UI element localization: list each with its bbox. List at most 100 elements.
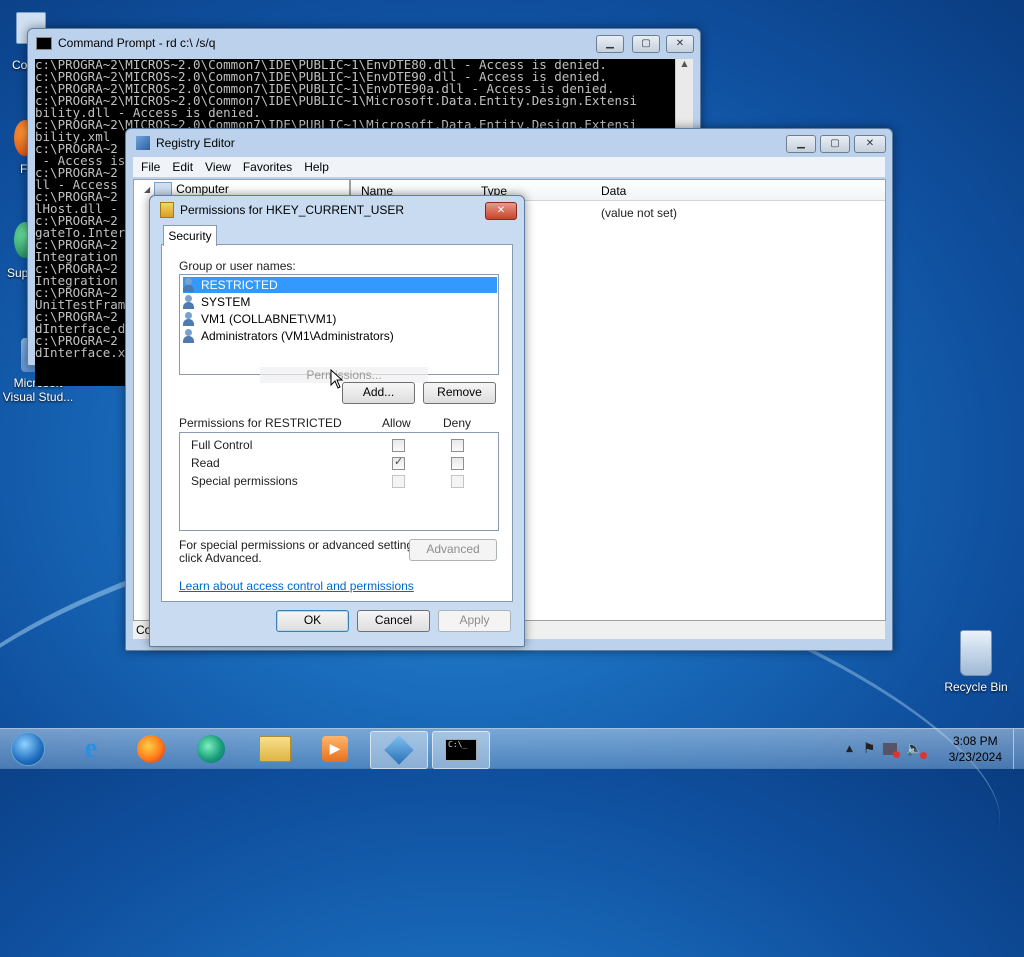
learn-more-link[interactable]: Learn about access control and permissio… xyxy=(179,579,414,593)
start-button[interactable] xyxy=(0,731,56,767)
desktop-icon-label: Recycle Bin xyxy=(944,680,1008,694)
deny-full-control-checkbox[interactable] xyxy=(451,439,464,452)
desktop-icon-label: Co xyxy=(12,58,28,72)
taskbar-internet-explorer[interactable]: e xyxy=(63,731,119,767)
allow-header: Allow xyxy=(382,416,411,430)
desktop-icon-label: Visual Stud... xyxy=(2,390,74,404)
group-icon xyxy=(183,329,197,343)
value-data: (value not set) xyxy=(601,206,678,220)
permissions-dialog[interactable]: Permissions for HKEY_CURRENT_USER ✕ Secu… xyxy=(149,195,525,647)
expand-arrow-icon[interactable]: ◢ xyxy=(144,185,150,194)
user-icon xyxy=(183,312,197,326)
network-icon[interactable] xyxy=(883,743,901,758)
taskbar-clock[interactable]: 3:08 PM 3/23/2024 xyxy=(949,733,1002,765)
tab-security[interactable]: Security xyxy=(163,225,217,246)
user-list[interactable]: RESTRICTED SYSTEM VM1 (COLLABNET\VM1) Ad… xyxy=(179,274,499,375)
taskbar-media-player[interactable]: ▶ xyxy=(307,731,363,767)
volume-muted-icon[interactable]: 🔈 xyxy=(905,741,927,759)
registry-menubar: File Edit View Favorites Help xyxy=(133,157,885,177)
close-button[interactable]: ✕ xyxy=(485,202,517,220)
scroll-up-icon[interactable]: ▲ xyxy=(676,59,693,68)
show-desktop-button[interactable] xyxy=(1013,729,1024,769)
taskbar-browser[interactable] xyxy=(183,731,239,767)
menu-help[interactable]: Help xyxy=(304,160,329,174)
show-hidden-icons-icon[interactable]: ▲ xyxy=(846,744,853,754)
registry-icon xyxy=(136,136,150,150)
desktop-icon-label: Sup xyxy=(7,266,29,280)
list-item[interactable]: VM1 (COLLABNET\VM1) xyxy=(183,311,336,327)
allow-full-control-checkbox[interactable] xyxy=(392,439,405,452)
security-panel: Group or user names: RESTRICTED SYSTEM V… xyxy=(161,244,513,602)
ok-button[interactable]: OK xyxy=(276,610,349,632)
recycle-bin-icon xyxy=(960,630,992,676)
deny-special-checkbox xyxy=(451,475,464,488)
deny-header: Deny xyxy=(443,416,472,430)
browser-icon xyxy=(197,735,225,763)
list-item[interactable]: RESTRICTED xyxy=(183,277,497,293)
user-name: VM1 (COLLABNET\VM1) xyxy=(201,312,337,326)
group-icon xyxy=(183,278,197,292)
cmd-icon xyxy=(36,36,52,50)
group-icon xyxy=(183,295,197,309)
perm-special: Special permissions xyxy=(191,474,298,488)
minimize-button[interactable]: ▁ xyxy=(786,135,816,153)
taskbar-command-prompt[interactable]: C:\_ xyxy=(432,731,490,769)
permissions-titlebar[interactable]: Permissions for HKEY_CURRENT_USER xyxy=(150,196,524,224)
taskbar-firefox[interactable] xyxy=(123,731,179,767)
taskbar-registry-editor[interactable] xyxy=(370,731,428,769)
perm-full-control: Full Control xyxy=(191,438,253,452)
close-button[interactable]: ✕ xyxy=(666,35,694,53)
registry-icon xyxy=(384,735,414,765)
permissions-title: Permissions for HKEY_CURRENT_USER xyxy=(180,203,405,217)
checkmark-icon: ✓ xyxy=(394,455,404,468)
permissions-grid: Full Control Read ✓ Special permissions xyxy=(179,432,499,531)
ghost-permissions-button: Permissions... xyxy=(260,367,428,383)
advanced-button[interactable]: Advanced xyxy=(409,539,497,561)
internet-explorer-icon: e xyxy=(84,733,98,764)
list-item[interactable]: Administrators (VM1\Administrators) xyxy=(183,328,394,344)
user-name: RESTRICTED xyxy=(201,278,278,292)
allow-read-checkbox[interactable]: ✓ xyxy=(392,455,405,470)
clock-date: 3/23/2024 xyxy=(948,750,1002,764)
firefox-icon xyxy=(137,735,165,763)
advanced-hint-line1: For special permissions or advanced sett… xyxy=(179,538,423,552)
user-name: SYSTEM xyxy=(201,295,251,309)
close-button[interactable]: ✕ xyxy=(854,135,886,153)
registry-titlebar[interactable]: Registry Editor xyxy=(126,129,892,157)
windows-orb-icon xyxy=(11,732,45,766)
list-item[interactable]: SYSTEM xyxy=(183,294,250,310)
perm-read: Read xyxy=(191,456,220,470)
maximize-button[interactable]: ▢ xyxy=(632,35,660,53)
minimize-button[interactable]: ▁ xyxy=(596,35,624,53)
menu-view[interactable]: View xyxy=(205,160,231,174)
taskbar: e ▶ C:\_ ▲ ⚑ 🔈 3:08 PM 3/23/2024 xyxy=(0,728,1024,769)
tree-item-computer[interactable]: ◢ Computer xyxy=(144,182,229,196)
system-tray: ▲ ⚑ 🔈 xyxy=(846,729,927,769)
taskbar-file-explorer[interactable] xyxy=(247,731,303,767)
permissions-for-label: Permissions for RESTRICTED xyxy=(179,416,342,430)
maximize-button[interactable]: ▢ xyxy=(820,135,850,153)
add-button[interactable]: Add... xyxy=(342,382,415,404)
apply-button[interactable]: Apply xyxy=(438,610,511,632)
computer-icon xyxy=(154,182,173,196)
desktop-icon-recycle-bin[interactable]: Recycle Bin xyxy=(938,630,1014,694)
folder-icon xyxy=(160,202,174,218)
registry-title: Registry Editor xyxy=(156,136,235,150)
user-name: Administrators (VM1\Administrators) xyxy=(201,329,394,343)
allow-special-checkbox xyxy=(392,475,405,488)
menu-file[interactable]: File xyxy=(141,160,160,174)
cmd-title: Command Prompt - rd c:\ /s/q xyxy=(58,36,216,50)
cancel-button[interactable]: Cancel xyxy=(357,610,430,632)
media-player-icon: ▶ xyxy=(322,736,348,762)
advanced-hint-line2: click Advanced. xyxy=(179,551,262,565)
group-label: Group or user names: xyxy=(179,259,296,273)
folder-icon xyxy=(259,736,291,762)
action-center-flag-icon[interactable]: ⚑ xyxy=(863,741,876,757)
column-data[interactable]: Data xyxy=(601,184,626,198)
menu-favorites[interactable]: Favorites xyxy=(243,160,292,174)
deny-read-checkbox[interactable] xyxy=(451,457,464,470)
clock-time: 3:08 PM xyxy=(952,734,998,748)
remove-button[interactable]: Remove xyxy=(423,382,496,404)
menu-edit[interactable]: Edit xyxy=(172,160,193,174)
cmd-icon: C:\_ xyxy=(445,739,477,761)
